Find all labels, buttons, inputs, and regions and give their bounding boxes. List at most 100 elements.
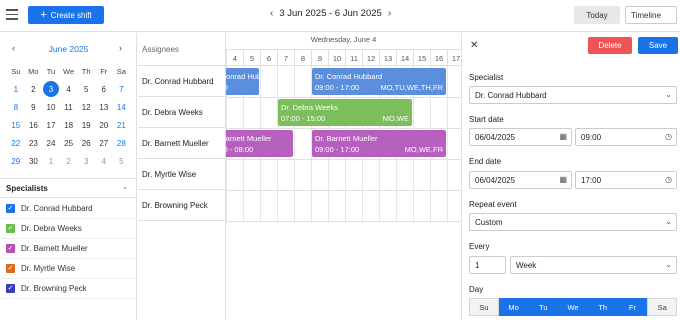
- assignee-column: Assignees Dr. Conrad Hubbard Dr. Debra We…: [138, 33, 226, 320]
- date-navigator: ‹ 3 Jun 2025 - 6 Jun 2025 ›: [270, 8, 391, 19]
- close-icon[interactable]: ✕: [470, 40, 478, 51]
- view-select-value: Timeline: [631, 10, 661, 20]
- calendar-day[interactable]: 8: [7, 98, 25, 116]
- weekday-toggle[interactable]: Th: [587, 298, 618, 316]
- calendar-day[interactable]: 3: [77, 152, 95, 170]
- calendar-icon[interactable]: ▦: [559, 132, 567, 141]
- selected-day: 3: [42, 81, 59, 97]
- calendar-day[interactable]: 6: [95, 80, 113, 98]
- chevron-down-icon[interactable]: ⌄: [122, 183, 128, 191]
- plus-icon: +: [40, 8, 47, 21]
- assignees-header: Assignees: [138, 33, 225, 66]
- chevron-right-icon[interactable]: ›: [388, 8, 391, 19]
- calendar-day[interactable]: 23: [25, 134, 43, 152]
- start-time-field[interactable]: 09:00 ◷: [575, 128, 677, 146]
- month-label[interactable]: June 2025: [0, 44, 137, 54]
- calendar-day[interactable]: 16: [25, 116, 43, 134]
- specialist-item[interactable]: ✓ Dr. Myrtle Wise: [0, 259, 136, 279]
- checkbox-icon[interactable]: ✓: [6, 244, 15, 253]
- calendar-day[interactable]: 22: [7, 134, 25, 152]
- weekday-toggle[interactable]: Sa: [647, 298, 678, 316]
- calendar-day[interactable]: 20: [95, 116, 113, 134]
- calendar-day[interactable]: 19: [77, 116, 95, 134]
- calendar-day[interactable]: 5: [77, 80, 95, 98]
- calendar-day[interactable]: 17: [42, 116, 60, 134]
- calendar-day[interactable]: 1: [42, 152, 60, 170]
- calendar-day[interactable]: 28: [113, 134, 131, 152]
- chevron-left-icon[interactable]: ‹: [270, 8, 273, 19]
- assignee-row-label: Dr. Barnett Mueller: [138, 128, 226, 159]
- calendar-day[interactable]: 27: [95, 134, 113, 152]
- every-input[interactable]: 1: [469, 256, 506, 274]
- shift-event[interactable]: Dr. Conrad Hubbard06:00: [226, 68, 259, 95]
- calendar-day[interactable]: 25: [60, 134, 78, 152]
- every-unit-select[interactable]: Week ⌄: [510, 256, 677, 274]
- calendar-day[interactable]: 5: [113, 152, 131, 170]
- calendar-day[interactable]: 26: [77, 134, 95, 152]
- view-select[interactable]: Timeline: [625, 6, 677, 24]
- calendar-day[interactable]: 14: [113, 98, 131, 116]
- specialist-item[interactable]: ✓ Dr. Conrad Hubbard: [0, 199, 136, 219]
- calendar-day[interactable]: 13: [95, 98, 113, 116]
- calendar-day[interactable]: 7: [113, 80, 131, 98]
- weekday-toggle[interactable]: Su: [469, 298, 499, 316]
- shift-event[interactable]: Dr. Barnett Mueller 09:00 - 17:00 MO,WE,FR: [312, 130, 446, 157]
- calendar-icon[interactable]: ▦: [559, 175, 567, 184]
- calendar-day[interactable]: 24: [42, 134, 60, 152]
- create-shift-button[interactable]: + Create shift: [28, 6, 104, 24]
- save-button[interactable]: Save: [638, 37, 678, 54]
- calendar-day[interactable]: 2: [60, 152, 78, 170]
- specialists-header[interactable]: Specialists ⌄: [0, 178, 136, 198]
- calendar-day[interactable]: 29: [7, 152, 25, 170]
- calendar-day[interactable]: 9: [25, 98, 43, 116]
- calendar-day[interactable]: 10: [42, 98, 60, 116]
- shift-event[interactable]: Dr. Barnett Mueller 04:00 - 08:00: [226, 130, 293, 157]
- calendar-day[interactable]: 12: [77, 98, 95, 116]
- calendar-day[interactable]: 4: [95, 152, 113, 170]
- event-repeat-days: MO,WE,FR: [404, 145, 443, 154]
- specialist-item[interactable]: ✓ Dr. Barnett Mueller: [0, 239, 136, 259]
- specialist-name: Dr. Myrtle Wise: [21, 264, 76, 273]
- checkbox-icon[interactable]: ✓: [6, 284, 15, 293]
- checkbox-icon[interactable]: ✓: [6, 204, 15, 213]
- clock-icon[interactable]: ◷: [665, 132, 672, 141]
- clock-icon[interactable]: ◷: [665, 175, 672, 184]
- shift-event[interactable]: Dr. Conrad Hubbard 09:00 - 17:00 MO,TU,WE,…: [312, 68, 446, 95]
- hour-label: 7: [277, 50, 294, 67]
- checkbox-icon[interactable]: ✓: [6, 224, 15, 233]
- chevron-right-icon[interactable]: ›: [119, 43, 122, 53]
- delete-button[interactable]: Delete: [588, 37, 632, 54]
- calendar-day[interactable]: 1: [7, 80, 25, 98]
- calendar-day[interactable]: 3: [42, 80, 60, 98]
- event-title: Dr. Conrad Hubbard: [226, 72, 259, 81]
- calendar-day[interactable]: 15: [7, 116, 25, 134]
- shift-event[interactable]: Dr. Debra Weeks 07:00 - 15:00 MO,WE: [278, 99, 412, 126]
- repeat-select[interactable]: Custom ⌄: [469, 213, 677, 231]
- start-date-field[interactable]: 06/04/2025 ▦: [469, 128, 572, 146]
- calendar-day[interactable]: 30: [25, 152, 43, 170]
- calendar-day[interactable]: 11: [60, 98, 78, 116]
- chevron-down-icon: ⌄: [665, 260, 672, 269]
- checkbox-icon[interactable]: ✓: [6, 264, 15, 273]
- assignee-row-label: Dr. Myrtle Wise: [138, 159, 226, 190]
- weekday-toggle[interactable]: Fr: [617, 298, 648, 316]
- end-date-field[interactable]: 06/04/2025 ▦: [469, 171, 572, 189]
- hour-label: 13: [379, 50, 396, 67]
- calendar-day[interactable]: 2: [25, 80, 43, 98]
- calendar-day[interactable]: 21: [113, 116, 131, 134]
- calendar-day[interactable]: 18: [60, 116, 78, 134]
- menu-icon[interactable]: [6, 9, 18, 21]
- mini-calendar-grid: Su Mo Tu We Th Fr Sa 1 2 3 4 5 6 7 8 9 10 11 12 13 14 15 16 17 1…: [7, 62, 130, 170]
- every-input-value: 1: [475, 260, 480, 270]
- specialist-item[interactable]: ✓ Dr. Browning Peck: [0, 279, 136, 299]
- weekday-toggle[interactable]: We: [558, 298, 588, 316]
- end-time-field[interactable]: 17:00 ◷: [575, 171, 677, 189]
- end-date-label: End date: [469, 157, 502, 166]
- today-button[interactable]: Today: [574, 6, 620, 24]
- date-range-label: 3 Jun 2025 - 6 Jun 2025: [279, 8, 382, 19]
- weekday-toggle[interactable]: Mo: [498, 298, 529, 316]
- calendar-day[interactable]: 4: [60, 80, 78, 98]
- specialist-item[interactable]: ✓ Dr. Debra Weeks: [0, 219, 136, 239]
- weekday-toggle[interactable]: Tu: [528, 298, 559, 316]
- specialist-select[interactable]: Dr. Conrad Hubbard ⌄: [469, 86, 677, 104]
